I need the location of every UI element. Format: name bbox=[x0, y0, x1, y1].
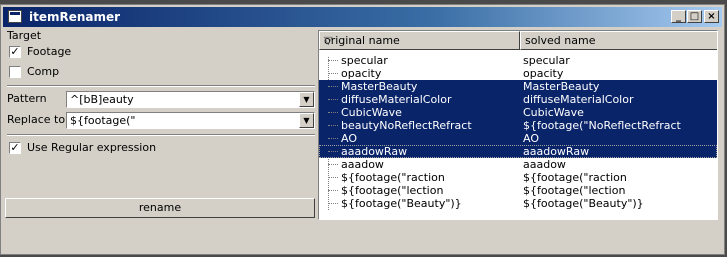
solved-name-cell: aaadowRaw bbox=[523, 145, 590, 158]
tree-row[interactable]: ${footage("raction ${footage("raction bbox=[319, 171, 717, 184]
tree-branch-line bbox=[328, 86, 338, 87]
original-name-cell: AO bbox=[341, 132, 357, 145]
title-bar[interactable]: itemRenamer _ □ × bbox=[3, 7, 722, 27]
solved-name-cell: MasterBeauty bbox=[523, 80, 600, 93]
original-name-cell: CubicWave bbox=[341, 106, 402, 119]
maximize-button[interactable]: □ bbox=[687, 10, 702, 23]
original-name-cell: beautyNoReflectRefract bbox=[341, 119, 472, 132]
replace-combobox[interactable]: ${footage(" ▼ bbox=[66, 112, 315, 129]
comp-label: Comp bbox=[27, 65, 60, 78]
tree-branch-line bbox=[328, 138, 338, 139]
tree-branch-line bbox=[328, 190, 338, 191]
item-renamer-window: itemRenamer _ □ × Target ✓ Footage Comp … bbox=[0, 4, 725, 255]
tree-row[interactable]: beautyNoReflectRefract ${footage("NoRefle… bbox=[319, 119, 717, 132]
solved-name-cell: ${footage("Beauty")} bbox=[523, 197, 644, 210]
original-name-cell: aaadow bbox=[341, 158, 384, 171]
window-title: itemRenamer bbox=[29, 10, 121, 24]
solved-name-cell: diffuseMaterialColor bbox=[523, 93, 634, 106]
tree-branch-line bbox=[328, 164, 338, 165]
original-name-cell: ${footage("raction bbox=[341, 171, 445, 184]
target-label: Target bbox=[7, 29, 42, 42]
pattern-value: ^[bB]eauty bbox=[70, 93, 134, 106]
footage-checkbox[interactable]: ✓ bbox=[9, 46, 21, 58]
tree-row[interactable]: opacity opacity bbox=[319, 67, 717, 80]
tree-row[interactable]: specular specular bbox=[319, 54, 717, 67]
original-name-cell: ${footage("Beauty")} bbox=[341, 197, 462, 210]
regex-checkbox[interactable]: ✓ bbox=[9, 142, 21, 154]
app-window-icon[interactable] bbox=[8, 10, 22, 23]
name-tree-view[interactable]: original name ▽ solved name specular spec… bbox=[318, 30, 718, 220]
tree-branch-line bbox=[328, 125, 338, 126]
original-name-cell: ${footage("lection bbox=[341, 184, 444, 197]
tree-row[interactable]: MasterBeauty MasterBeauty bbox=[319, 80, 717, 93]
tree-branch-line bbox=[328, 99, 338, 100]
column-header-solved[interactable]: solved name bbox=[520, 31, 717, 50]
regex-label: Use Regular expression bbox=[27, 141, 157, 154]
original-name-cell: specular bbox=[341, 54, 388, 67]
tree-row[interactable]: aaadowRaw aaadowRaw bbox=[319, 145, 717, 158]
comp-checkbox[interactable] bbox=[9, 66, 21, 78]
original-name-cell: diffuseMaterialColor bbox=[341, 93, 452, 106]
column-header-solved-label: solved name bbox=[525, 34, 596, 47]
tree-branch-line bbox=[328, 203, 338, 204]
tree-branch-line bbox=[328, 73, 338, 74]
separator bbox=[7, 85, 315, 87]
replace-value: ${footage(" bbox=[70, 114, 136, 127]
solved-name-cell: AO bbox=[523, 132, 539, 145]
column-header-original[interactable]: original name ▽ bbox=[319, 31, 520, 50]
maximize-icon: □ bbox=[689, 11, 700, 22]
solved-name-cell: opacity bbox=[523, 67, 564, 80]
solved-name-cell: CubicWave bbox=[523, 106, 584, 119]
tree-branch-line bbox=[328, 177, 338, 178]
solved-name-cell: aaadow bbox=[523, 158, 566, 171]
tree-row[interactable]: CubicWave CubicWave bbox=[319, 106, 717, 119]
replace-label: Replace to bbox=[7, 113, 66, 126]
close-icon: × bbox=[707, 11, 716, 22]
close-button[interactable]: × bbox=[704, 10, 719, 23]
tree-branch-line bbox=[328, 60, 338, 61]
minimize-button[interactable]: _ bbox=[671, 10, 686, 23]
solved-name-cell: ${footage("lection bbox=[523, 184, 626, 197]
minimize-icon: _ bbox=[676, 11, 681, 22]
tree-row[interactable]: ${footage("Beauty")} ${footage("Beauty")} bbox=[319, 197, 717, 210]
solved-name-cell: ${footage("raction bbox=[523, 171, 627, 184]
separator bbox=[7, 134, 315, 136]
tree-branch-line bbox=[328, 112, 338, 113]
original-name-cell: MasterBeauty bbox=[341, 80, 418, 93]
tree-row[interactable]: aaadow aaadow bbox=[319, 158, 717, 171]
original-name-cell: aaadowRaw bbox=[341, 145, 408, 158]
footage-label: Footage bbox=[27, 45, 72, 58]
tree-row[interactable]: AO AO bbox=[319, 132, 717, 145]
original-name-cell: opacity bbox=[341, 67, 382, 80]
solved-name-cell: ${footage("NoReflectRefract bbox=[523, 119, 681, 132]
solved-name-cell: specular bbox=[523, 54, 570, 67]
tree-row[interactable]: diffuseMaterialColor diffuseMaterialColor bbox=[319, 93, 717, 106]
rename-button[interactable]: rename bbox=[5, 198, 315, 218]
tree-branch-line bbox=[328, 151, 338, 152]
pattern-label: Pattern bbox=[7, 92, 47, 105]
pattern-combobox[interactable]: ^[bB]eauty ▼ bbox=[66, 91, 315, 108]
chevron-down-icon[interactable]: ▼ bbox=[299, 92, 314, 107]
chevron-down-icon[interactable]: ▼ bbox=[299, 113, 314, 128]
tree-row[interactable]: ${footage("lection ${footage("lection bbox=[319, 184, 717, 197]
sort-descending-icon: ▽ bbox=[324, 34, 333, 47]
